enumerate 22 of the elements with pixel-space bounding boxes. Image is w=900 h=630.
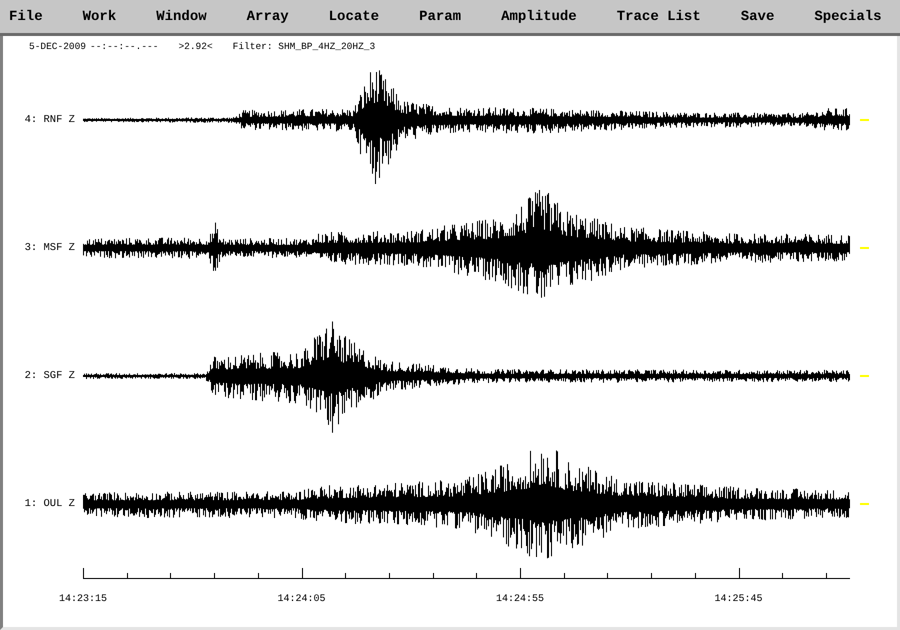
menu-item[interactable]: Array — [242, 6, 293, 26]
tick-label: 14:24:05 — [278, 594, 326, 605]
trace-label: 3: MSF Z — [24, 242, 75, 254]
filter-text: Filter: SHM_BP_4HZ_20HZ_3 — [232, 40, 376, 52]
menu-item[interactable]: Window — [152, 6, 211, 26]
tick-label: 14:23:15 — [59, 594, 107, 605]
menu-item[interactable]: File — [5, 6, 47, 26]
menu-item[interactable]: Amplitude — [497, 6, 581, 26]
menu-item[interactable]: Locate — [324, 6, 384, 26]
trace-label: 1: OUL Z — [24, 498, 75, 510]
menu-item[interactable]: Save — [736, 6, 778, 26]
amplitude-text: >2.92< — [178, 40, 213, 52]
trace-label: 4: RNF Z — [24, 114, 75, 126]
date-text: 5-DEC-2009 — [29, 40, 86, 52]
trace-label: 2: SGF Z — [24, 370, 75, 382]
menu-item[interactable]: Trace List — [612, 6, 705, 26]
tick-label: 14:24:55 — [496, 594, 544, 605]
menu-item[interactable]: Param — [415, 6, 466, 26]
time-text: --:--:--.--- — [90, 40, 158, 52]
menu-item[interactable]: Work — [78, 6, 120, 26]
menu-item[interactable]: Specials — [810, 6, 886, 26]
tick-label: 14:25:45 — [714, 594, 762, 605]
